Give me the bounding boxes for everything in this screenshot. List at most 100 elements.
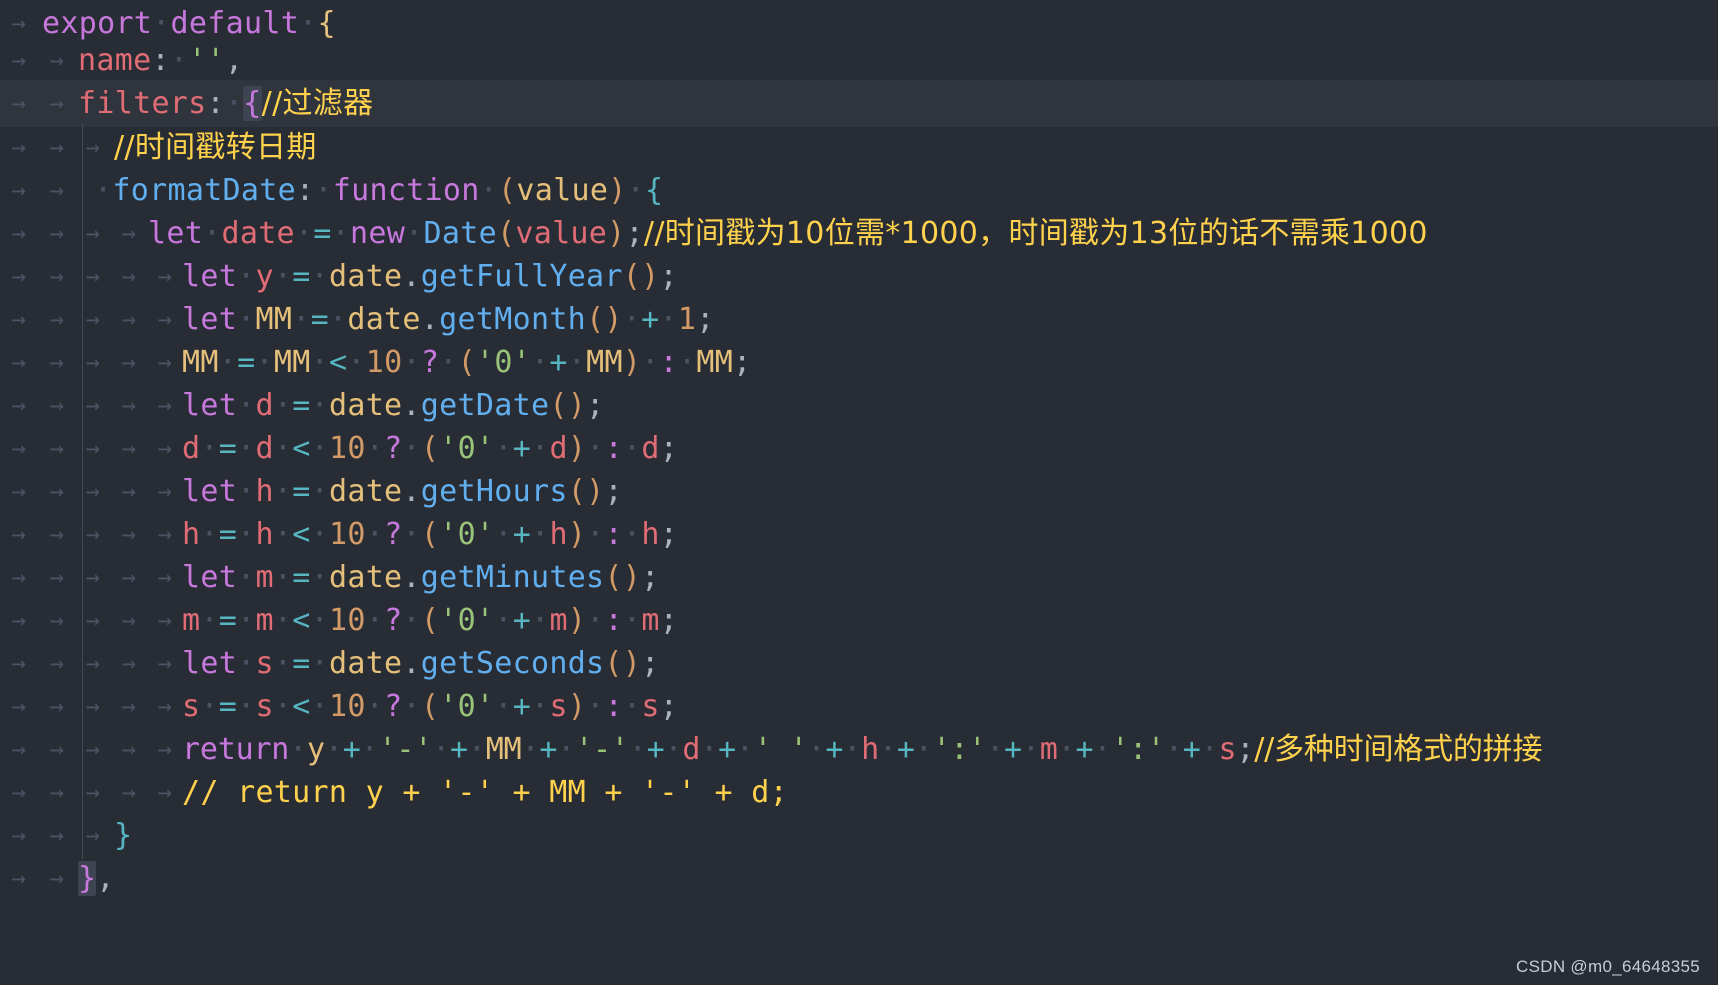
token: = xyxy=(313,216,332,251)
whitespace-dot: · xyxy=(328,302,348,337)
arrow-right-icon: → xyxy=(157,735,173,763)
whitespace-dot: · xyxy=(347,345,366,380)
code-line[interactable]: → → → → → h·=·h·<·10·?·('0'·+·h)·:·h; xyxy=(0,511,1718,558)
token: . xyxy=(420,302,440,337)
whitespace-dot: · xyxy=(531,603,550,638)
token: date xyxy=(347,302,421,337)
arrow-right-icon: → xyxy=(157,563,173,591)
code-line[interactable]: → → → → → let·m·=·date.getMinutes(); xyxy=(0,554,1718,601)
arrow-right-icon: → xyxy=(11,348,27,376)
arrow-right-icon: → xyxy=(85,606,101,634)
token: ; xyxy=(659,517,679,552)
code-line[interactable]: → → → → → s·=·s·<·10·?·('0'·+·s)·:·s; xyxy=(0,683,1718,730)
token: d xyxy=(641,431,660,466)
token: : xyxy=(604,517,623,552)
token: = xyxy=(218,431,238,466)
token: d xyxy=(682,732,701,767)
code-line[interactable]: → → ·formatDate:·function·(value)·{ xyxy=(0,167,1718,214)
token: 10 xyxy=(329,603,366,638)
token: = xyxy=(237,345,256,380)
token: < xyxy=(292,689,311,724)
whitespace-dot: · xyxy=(273,646,293,681)
line-content: return·y·+·'-'·+·MM·+·'-'·+·d·+·' '·+·h·… xyxy=(182,726,1542,773)
code-line[interactable]: → → → } xyxy=(0,812,1718,859)
line-content: s·=·s·<·10·?·('0'·+·s)·:·s; xyxy=(182,683,678,730)
whitespace-dot: · xyxy=(273,259,293,294)
code-line[interactable]: → → → //时间戳转日期 xyxy=(0,124,1718,171)
code-line[interactable]: → → → → → d·=·d·<·10·?·('0'·+·d)·:·d; xyxy=(0,425,1718,472)
line-content: let·m·=·date.getMinutes(); xyxy=(182,554,660,601)
token: getDate xyxy=(420,388,550,423)
token: ; xyxy=(641,560,660,595)
code-line[interactable]: → → → → → let·d·=·date.getDate(); xyxy=(0,382,1718,429)
whitespace-dot: · xyxy=(365,517,385,552)
token: , xyxy=(224,43,244,78)
code-line[interactable]: → → → → → let·y·=·date.getFullYear(); xyxy=(0,253,1718,300)
arrow-right-icon: → xyxy=(85,778,101,806)
whitespace-dot: · xyxy=(237,474,256,509)
code-line[interactable]: → → name:·'', xyxy=(0,37,1718,84)
code-line[interactable]: → → }, xyxy=(0,855,1718,902)
whitespace-dot: · xyxy=(310,431,329,466)
token: ? xyxy=(384,689,403,724)
code-line[interactable]: → → → → → let·h·=·date.getHours(); xyxy=(0,468,1718,515)
line-content: let·s·=·date.getSeconds(); xyxy=(182,640,660,687)
whitespace-dot: · xyxy=(494,431,513,466)
arrow-right-icon: → xyxy=(121,477,137,505)
token: 10 xyxy=(329,431,366,466)
whitespace-dot: · xyxy=(310,474,329,509)
arrow-right-icon: → xyxy=(11,692,27,720)
arrow-right-icon: → xyxy=(157,391,173,419)
indent-guide xyxy=(82,167,83,214)
code-line[interactable]: → → → → → let·s·=·date.getSeconds(); xyxy=(0,640,1718,687)
token: s xyxy=(182,689,201,724)
whitespace-dot: · xyxy=(273,603,293,638)
arrow-right-icon: → xyxy=(49,219,65,247)
whitespace-dot: · xyxy=(531,517,550,552)
token: h xyxy=(255,517,274,552)
token: () xyxy=(622,259,660,294)
whitespace-dot: · xyxy=(310,517,329,552)
arrow-right-icon: → xyxy=(121,434,137,462)
code-line[interactable]: → → → → → // return y + '-' + MM + '-' +… xyxy=(0,769,1718,816)
whitespace-dot: · xyxy=(255,345,274,380)
code-line[interactable]: → → → → → return·y·+·'-'·+·MM·+·'-'·+·d·… xyxy=(0,726,1718,773)
token: + xyxy=(1004,732,1022,767)
arrow-right-icon: → xyxy=(11,219,27,247)
token: } xyxy=(114,818,133,853)
comment: //时间戳转日期 xyxy=(114,130,317,165)
token: + xyxy=(450,732,468,767)
arrow-right-icon: → xyxy=(85,262,101,290)
token: + xyxy=(512,689,532,724)
arrow-right-icon: → xyxy=(157,692,173,720)
token: 10 xyxy=(329,517,366,552)
code-editor[interactable]: → export·default·{ → → name:·'', → → fil… xyxy=(0,0,1718,985)
token: () xyxy=(549,388,587,423)
whitespace-dot: · xyxy=(169,43,189,78)
token: + xyxy=(896,732,915,767)
arrow-right-icon: → xyxy=(157,606,173,634)
token: + xyxy=(1182,732,1201,767)
code-line[interactable]: → → → → let·date·=·new·Date(value);//时间戳… xyxy=(0,210,1718,257)
whitespace-dot: · xyxy=(237,259,256,294)
token: date xyxy=(328,259,403,294)
token: s xyxy=(1218,732,1237,767)
arrow-right-icon: → xyxy=(85,692,101,720)
token: 10 xyxy=(365,345,403,380)
code-line[interactable]: → → → → → MM·=·MM·<·10·?·('0'·+·MM)·:·MM… xyxy=(0,339,1718,386)
arrow-right-icon: → xyxy=(11,133,27,161)
token: 1 xyxy=(677,302,697,337)
line-content: // return y + '-' + MM + '-' + d; xyxy=(182,769,788,816)
whitespace-dot: · xyxy=(586,603,605,638)
code-line-active[interactable]: → → filters:·{//过滤器 xyxy=(0,80,1718,127)
token: + xyxy=(512,603,532,638)
matched-bracket: } xyxy=(78,861,97,896)
code-line[interactable]: → → → → → m·=·m·<·10·?·('0'·+·m)·:·m; xyxy=(0,597,1718,644)
code-line[interactable]: → → → → → let·MM·=·date.getMonth()·+·1; xyxy=(0,296,1718,343)
token: date xyxy=(328,388,403,423)
arrow-right-icon: → xyxy=(157,778,173,806)
token: m xyxy=(255,560,274,595)
whitespace-dot: · xyxy=(402,345,421,380)
arrow-right-icon: → xyxy=(121,606,137,634)
arrow-right-icon: → xyxy=(85,348,101,376)
